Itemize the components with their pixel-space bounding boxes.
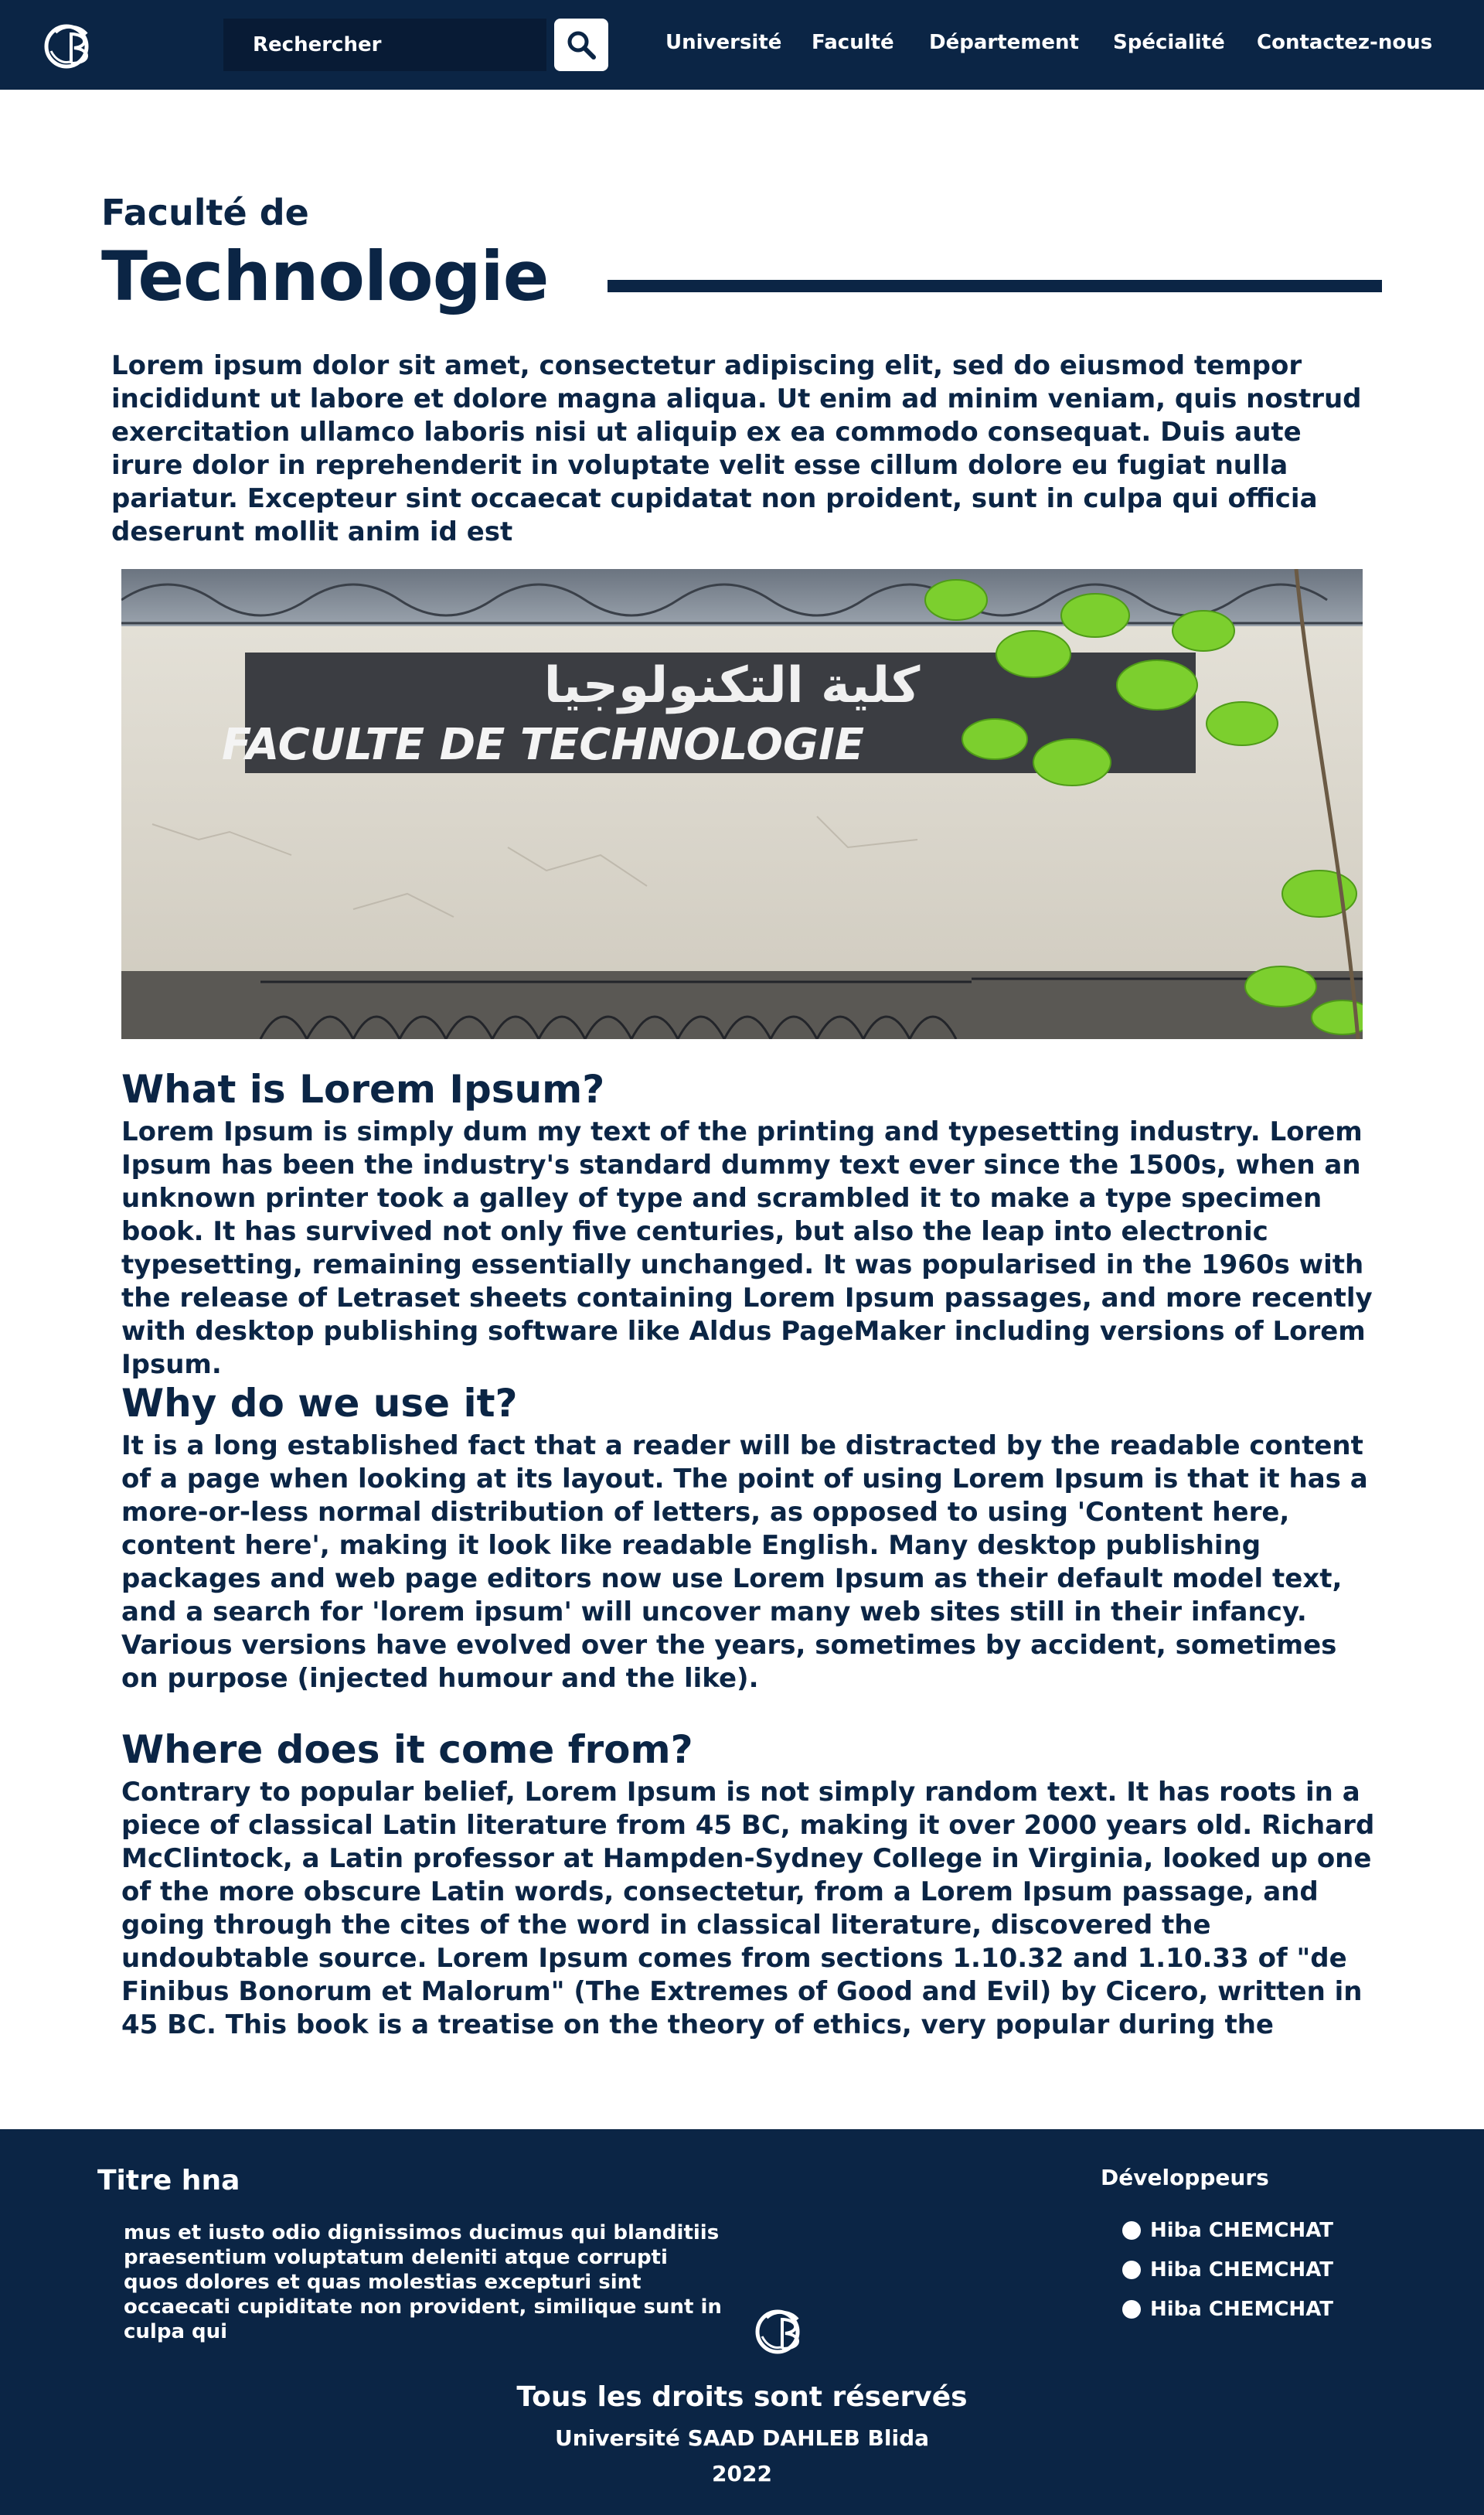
- university-logo-icon[interactable]: [40, 17, 105, 73]
- nav-contact[interactable]: Contactez-nous: [1257, 31, 1432, 54]
- nav-departement[interactable]: Département: [929, 31, 1079, 54]
- bullet-icon: [1122, 2221, 1141, 2240]
- search-button[interactable]: [554, 19, 608, 71]
- sign-arabic-text: كلية التكنولوجيا: [544, 657, 921, 714]
- nav-universite[interactable]: Université: [665, 31, 781, 54]
- top-navbar: Université Faculté Département Spécialit…: [0, 0, 1484, 90]
- developer-name: Hiba CHEMCHAT: [1150, 2258, 1334, 2282]
- section-paragraph: Lorem Ipsum is simply dum my text of the…: [121, 1116, 1373, 1380]
- faculty-photo: كلية التكنولوجيا FACULTE DE TECHNOLOGIE: [121, 569, 1363, 1039]
- page-title: Technologie: [101, 237, 549, 316]
- search-input[interactable]: [223, 19, 546, 71]
- developers-heading: Développeurs: [1101, 2165, 1269, 2190]
- developer-name: Hiba CHEMCHAT: [1150, 2219, 1334, 2242]
- section-heading: Where does it come from?: [121, 1727, 693, 1772]
- developer-item: Hiba CHEMCHAT: [1122, 2258, 1333, 2282]
- footer-year: 2022: [712, 2461, 772, 2486]
- university-logo-icon: [755, 2309, 800, 2354]
- intro-paragraph: Lorem ipsum dolor sit amet, consectetur …: [111, 350, 1362, 547]
- bullet-icon: [1122, 2300, 1141, 2319]
- developer-item: Hiba CHEMCHAT: [1122, 2219, 1333, 2242]
- developer-item: Hiba CHEMCHAT: [1122, 2298, 1333, 2321]
- section-heading: Why do we use it?: [121, 1381, 518, 1426]
- search-icon: [567, 31, 596, 60]
- footer-text: mus et iusto odio dignissimos ducimus qu…: [124, 2221, 722, 2343]
- nav-faculte[interactable]: Faculté: [812, 31, 894, 54]
- faculty-building-image: كلية التكنولوجيا FACULTE DE TECHNOLOGIE: [121, 569, 1363, 1039]
- bullet-icon: [1122, 2261, 1141, 2279]
- nav-specialite[interactable]: Spécialité: [1113, 31, 1225, 54]
- section-paragraph: Contrary to popular belief, Lorem Ipsum …: [121, 1777, 1375, 2039]
- section-paragraph: It is a long established fact that a rea…: [121, 1430, 1368, 1694]
- developer-name: Hiba CHEMCHAT: [1150, 2298, 1334, 2321]
- sign-latin-text: FACULTE DE TECHNOLOGIE: [222, 720, 864, 770]
- footer-title: Titre hna: [97, 2165, 240, 2196]
- footer-rights: Tous les droits sont réservés: [516, 2381, 968, 2413]
- section-heading: What is Lorem Ipsum?: [121, 1067, 605, 1112]
- footer-university: Université SAAD DAHLEB Blida: [554, 2425, 930, 2451]
- footer: Titre hna mus et iusto odio dignissimos …: [0, 2129, 1484, 2515]
- page-subtitle: Faculté de: [101, 192, 309, 233]
- title-divider: [608, 280, 1382, 292]
